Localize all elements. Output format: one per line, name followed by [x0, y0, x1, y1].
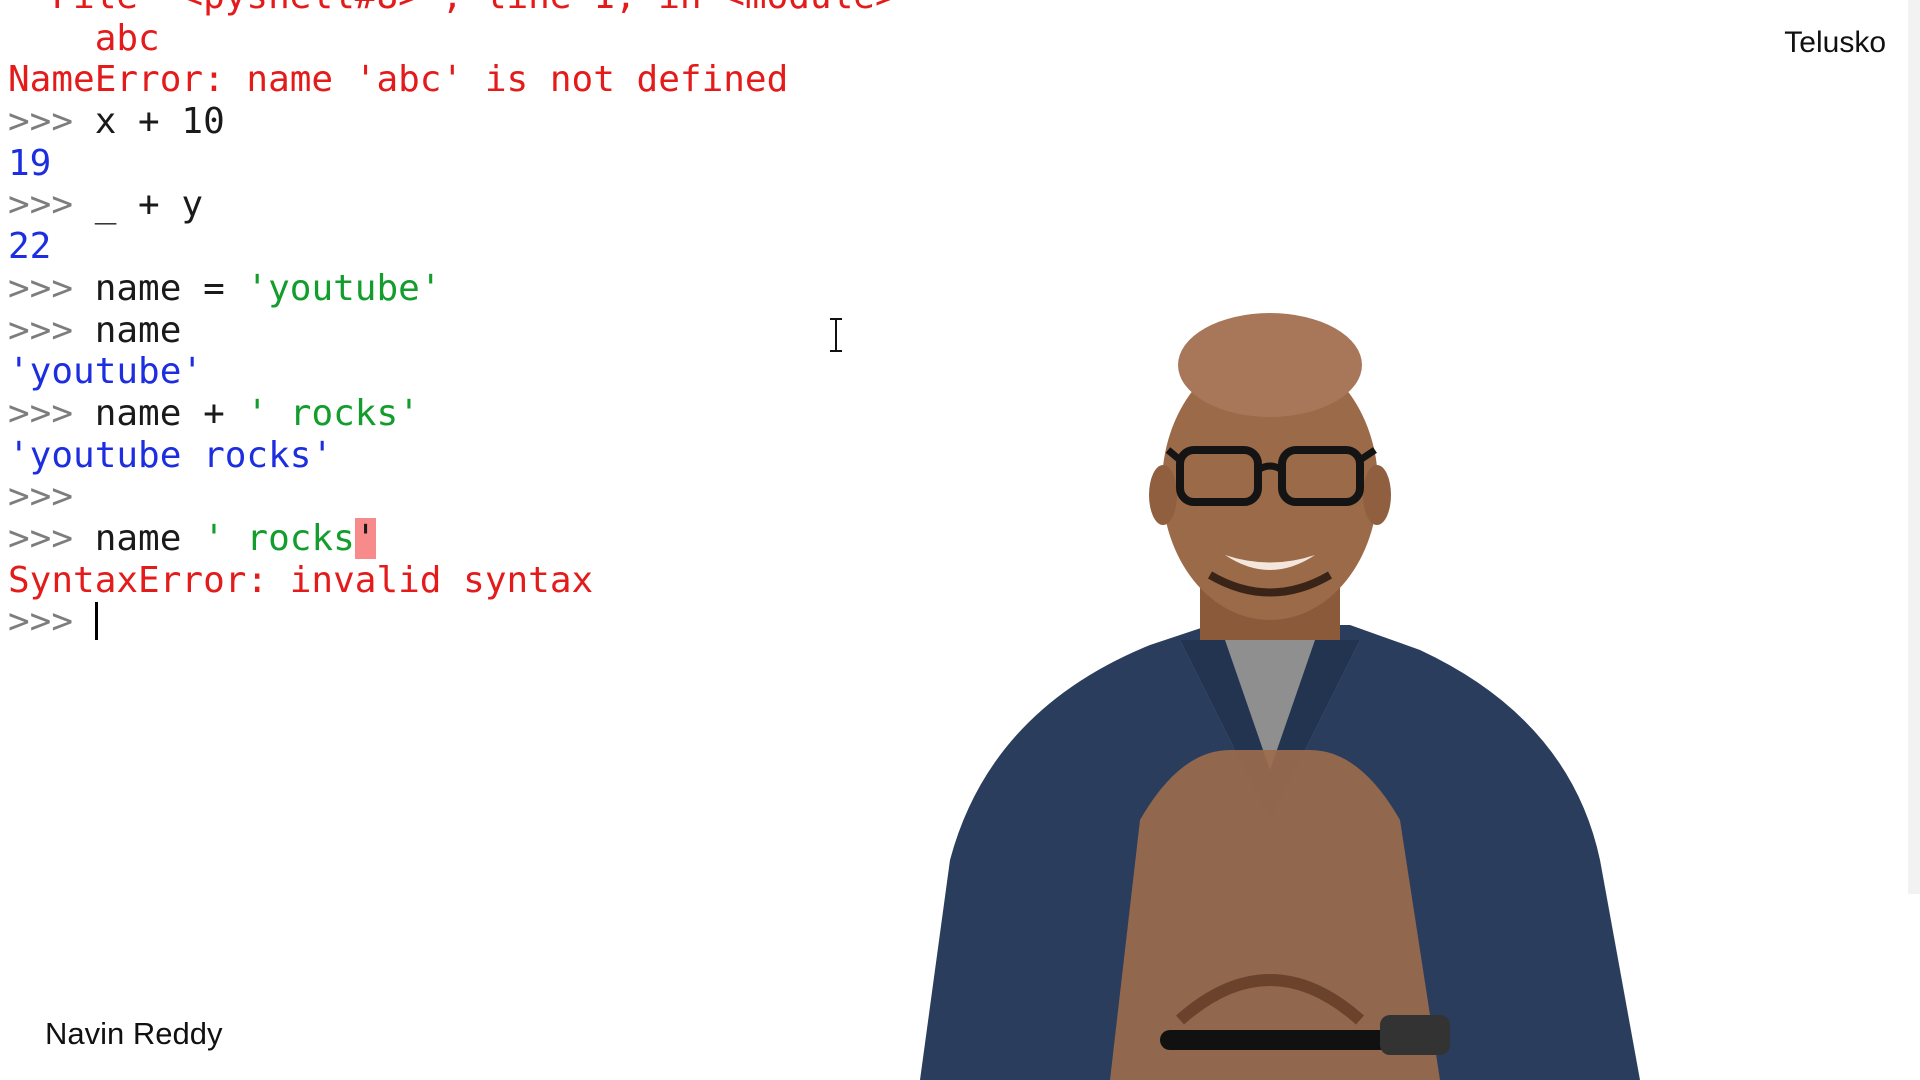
shell-prompt: >>> [8, 101, 95, 143]
shell-prompt: >>> [8, 517, 95, 559]
shell-line: 19 [8, 143, 1880, 185]
shell-line: File "<pyshell#8>", line 1, in <module> [8, 0, 1880, 18]
shell-text: 19 [8, 142, 52, 184]
text-caret [94, 602, 98, 641]
error-text: SyntaxError: invalid syntax [8, 559, 594, 601]
shell-prompt: >>> [8, 601, 95, 643]
shell-prompt: >>> [8, 476, 95, 518]
shell-prompt: >>> [8, 309, 95, 351]
shell-text: 22 [8, 226, 52, 268]
shell-line: >>> _ + y [8, 184, 1880, 226]
text-cursor-ibeam-icon [830, 318, 842, 352]
presenter-video [920, 313, 1640, 1080]
shell-text: ' rocks [203, 517, 355, 559]
syntax-error-highlight: ' [354, 517, 377, 559]
shell-line: NameError: name 'abc' is not defined [8, 59, 1880, 101]
error-text: NameError: name 'abc' is not defined [8, 59, 789, 101]
shell-line: abc [8, 18, 1880, 60]
shell-text: 'youtube' [8, 351, 204, 393]
shell-text: x + 10 [94, 101, 225, 143]
video-frame: File "<pyshell#8>", line 1, in <module> … [0, 0, 1920, 1080]
shell-scrollbar[interactable] [1908, 0, 1920, 894]
shell-text: name + [94, 392, 247, 434]
error-text: abc [8, 17, 160, 59]
shell-text: 'youtube rocks' [8, 434, 334, 476]
shell-prompt: >>> [8, 184, 95, 226]
shell-line: 22 [8, 226, 1880, 268]
shell-line: >>> x + 10 [8, 101, 1880, 143]
shell-text: 'youtube' [246, 267, 442, 309]
shell-text: name [94, 517, 204, 559]
shell-text: _ + y [94, 184, 204, 226]
shell-text: ' rocks' [246, 392, 420, 434]
shell-text: name = [94, 267, 247, 309]
shell-prompt: >>> [8, 392, 95, 434]
shell-text: name [94, 309, 182, 351]
channel-brand: Telusko [1784, 26, 1886, 59]
error-text: File "<pyshell#8>", line 1, in <module> [8, 0, 896, 17]
shell-prompt: >>> [8, 267, 95, 309]
speaker-name: Navin Reddy [45, 1016, 223, 1051]
